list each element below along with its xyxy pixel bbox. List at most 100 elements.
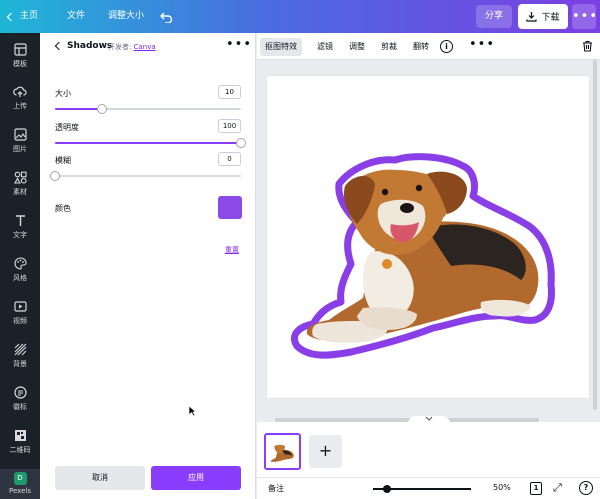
toolbar-item-filters[interactable]: 滤镜 (312, 38, 338, 56)
sidebar-item-label: 文字 (13, 231, 27, 239)
zoom-slider[interactable] (373, 485, 471, 493)
fullscreen-icon[interactable]: ⤢ (553, 481, 562, 495)
developer-link[interactable]: Canva (134, 43, 156, 51)
panel-title: Shadows (67, 41, 113, 51)
developer-prefix: 开发者: (108, 43, 132, 51)
footer-bar: 备注 50% 1 ⤢ ? (257, 477, 600, 499)
apply-button[interactable]: 应用 (151, 466, 241, 490)
page-thumbnail[interactable] (264, 433, 301, 470)
edit-toolbar: 抠图特效 滤镜 调整 剪裁 翻转 i ••• (257, 33, 600, 60)
shadows-panel: Shadows 开发者: Canva ••• 大小 10 透明度 100 模糊 … (40, 33, 256, 499)
info-icon[interactable]: i (440, 40, 453, 53)
vertical-scrollbar[interactable] (593, 60, 597, 410)
color-label: 颜色 (55, 204, 71, 213)
video-icon (13, 301, 27, 312)
side-nav: 模板 上传 图片 素材 文字 风格 视频 背景 徽标 二维码 D Pexels (0, 33, 40, 499)
dog-image[interactable] (267, 76, 589, 398)
blur-slider[interactable] (50, 171, 241, 181)
sidebar-item-background[interactable]: 背景 (0, 343, 40, 369)
sidebar-item-label: 背景 (13, 360, 27, 368)
sidebar-item-label: 风格 (13, 274, 27, 282)
sidebar-item-text[interactable]: 文字 (0, 214, 40, 240)
help-button[interactable]: ? (579, 481, 593, 495)
opacity-value-input[interactable]: 100 (218, 119, 241, 133)
sidebar-item-templates[interactable]: 模板 (0, 43, 40, 69)
blur-label: 模糊 (55, 156, 71, 165)
toolbar-item-crop[interactable]: 剪裁 (376, 38, 402, 56)
notes-button[interactable]: 备注 (268, 483, 284, 494)
sidebar-item-label: Pexels (9, 487, 31, 495)
qrcode-icon (14, 430, 26, 441)
zoom-slider-handle[interactable] (382, 485, 391, 493)
sidebar-item-logo[interactable]: 徽标 (0, 386, 40, 412)
home-button[interactable]: 主页 (6, 0, 39, 33)
undo-button[interactable] (160, 0, 173, 33)
size-slider-handle[interactable] (96, 104, 107, 114)
mouse-cursor-icon (188, 405, 197, 417)
sidebar-item-qrcode[interactable]: 二维码 (0, 429, 40, 455)
sidebar-item-elements[interactable]: 素材 (0, 171, 40, 197)
file-menu[interactable]: 文件 (67, 0, 85, 33)
canvas-area (257, 60, 600, 424)
upload-icon (13, 86, 27, 97)
elements-icon (13, 171, 27, 184)
sidebar-item-label: 模板 (13, 60, 27, 68)
color-swatch[interactable] (218, 196, 242, 219)
developer-credit: 开发者: Canva (108, 42, 156, 52)
share-button[interactable]: 分享 (476, 5, 512, 28)
toolbar-item-flip[interactable]: 翻转 (408, 38, 434, 56)
more-options-button[interactable]: ••• (572, 4, 597, 29)
size-slider[interactable] (55, 104, 241, 114)
sidebar-item-label: 二维码 (9, 446, 31, 454)
sidebar-item-label: 上传 (13, 102, 27, 110)
image-icon (13, 128, 27, 141)
sidebar-item-label: 徽标 (13, 403, 27, 411)
toolbar-item-adjust[interactable]: 调整 (344, 38, 370, 56)
sidebar-item-label: 图片 (13, 145, 27, 153)
pexels-icon: D (13, 472, 27, 485)
page-count-button[interactable]: 1 (530, 482, 542, 495)
zoom-level[interactable]: 50% (493, 483, 511, 492)
size-slider-fill (55, 108, 102, 110)
sidebar-item-photos[interactable]: 图片 (0, 128, 40, 154)
blur-slider-handle[interactable] (50, 171, 60, 181)
sidebar-item-label: 视频 (13, 317, 27, 325)
sidebar-item-pexels[interactable]: D Pexels (0, 469, 40, 499)
template-icon (13, 43, 27, 56)
size-label: 大小 (55, 89, 71, 98)
logo-icon (13, 386, 27, 399)
top-bar: 主页 文件 调整大小 分享 下载 ••• (0, 0, 600, 33)
blur-value-input[interactable]: 0 (218, 152, 241, 166)
background-icon (14, 343, 26, 356)
design-page[interactable] (267, 76, 589, 398)
pages-strip: + (257, 422, 600, 477)
reset-link[interactable]: 重置 (225, 245, 239, 255)
home-label: 主页 (20, 11, 39, 21)
sidebar-item-label: 素材 (13, 188, 27, 196)
opacity-slider[interactable] (55, 138, 246, 148)
download-label: 下载 (541, 13, 560, 23)
toolbar-more-button[interactable]: ••• (469, 37, 495, 52)
text-icon (15, 215, 25, 226)
page-thumbnail-image (270, 444, 294, 462)
size-value-input[interactable]: 10 (218, 85, 241, 99)
resize-menu[interactable]: 调整大小 (108, 0, 144, 33)
add-page-button[interactable]: + (309, 435, 342, 468)
download-button[interactable]: 下载 (518, 4, 568, 29)
opacity-slider-fill (55, 142, 241, 144)
undo-icon (160, 12, 173, 24)
sidebar-item-upload[interactable]: 上传 (0, 85, 40, 111)
cancel-button[interactable]: 取消 (55, 466, 145, 490)
panel-more-button[interactable]: ••• (226, 37, 252, 52)
toolbar-item-effects[interactable]: 抠图特效 (260, 38, 302, 56)
sidebar-item-styles[interactable]: 风格 (0, 257, 40, 283)
palette-icon (14, 257, 27, 270)
download-icon (526, 12, 538, 22)
chevron-down-icon (425, 416, 433, 421)
sidebar-item-video[interactable]: 视频 (0, 300, 40, 326)
back-icon[interactable] (54, 41, 64, 51)
opacity-label: 透明度 (55, 123, 79, 132)
opacity-slider-handle[interactable] (236, 138, 246, 148)
panel-header: Shadows 开发者: Canva ••• (40, 33, 256, 60)
trash-icon[interactable] (582, 40, 593, 52)
